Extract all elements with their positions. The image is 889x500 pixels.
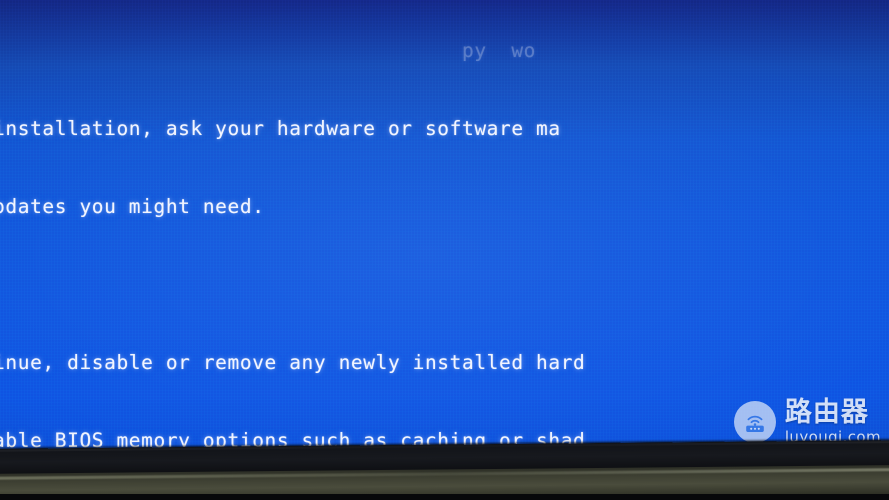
- watermark-title: 路由器: [784, 397, 869, 428]
- lcd-moire-overlay: [0, 0, 889, 463]
- bsod-text-block: py wo is a new installation, ask your ha…: [0, 0, 889, 463]
- screenshot-root: py wo is a new installation, ask your ha…: [0, 0, 889, 500]
- bsod-line: is a new installation, ask your hardware…: [0, 117, 561, 140]
- bsod-line: windows updates you might need.: [0, 195, 265, 218]
- site-watermark: 路由器 luyouqi.com: [733, 399, 881, 445]
- background-shadow: [0, 494, 889, 500]
- bsod-line: lems continue, disable or remove any new…: [0, 351, 586, 374]
- router-wifi-icon: [733, 401, 776, 443]
- bsod-line: py wo: [461, 39, 537, 62]
- monitor-screen: py wo is a new installation, ask your ha…: [0, 0, 889, 463]
- watermark-text: 路由器 luyouqi.com: [785, 399, 881, 445]
- bsod-line: [0, 272, 889, 298]
